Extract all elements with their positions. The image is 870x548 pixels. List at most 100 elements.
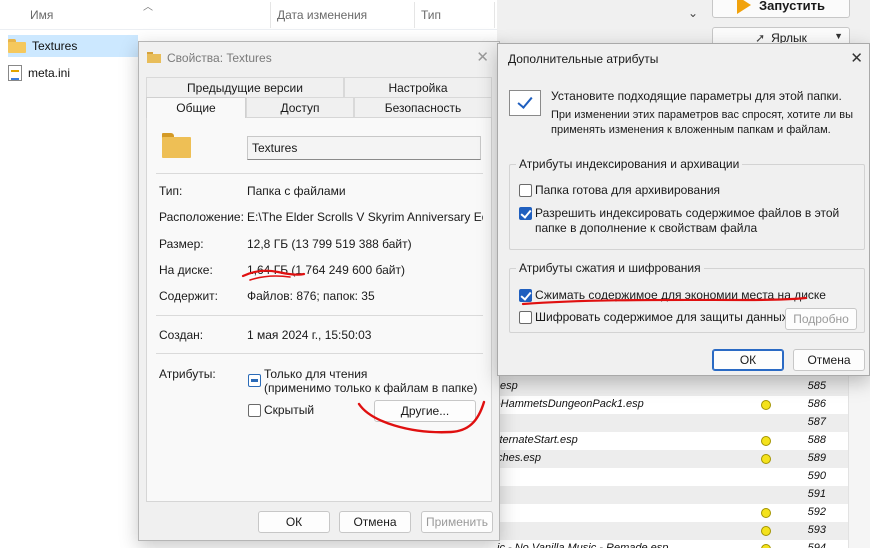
- folder-name-field[interactable]: Textures: [247, 136, 481, 160]
- column-separator[interactable]: [270, 2, 271, 28]
- intro-text: Установите подходящие параметры для этой…: [551, 89, 842, 103]
- column-header-bar: ︿ Имя Дата изменения Тип: [0, 0, 497, 30]
- plugin-row[interactable]: .esp 585: [497, 378, 848, 396]
- size-label: Размер:: [159, 237, 204, 251]
- properties-titlebar[interactable]: Свойства: Textures: [139, 42, 499, 73]
- attributes-label: Атрибуты:: [159, 367, 216, 381]
- plugin-priority: 594: [807, 542, 826, 548]
- column-separator[interactable]: [494, 2, 495, 28]
- plugin-priority: 591: [807, 488, 826, 500]
- plugin-row[interactable]: 590: [497, 468, 848, 486]
- encrypt-label: Шифровать содержимое для защиты данных: [535, 310, 788, 324]
- ok-button[interactable]: ОК: [258, 511, 330, 533]
- folder-icon: [162, 133, 192, 159]
- column-name[interactable]: Имя: [30, 8, 53, 22]
- properties-window: Свойства: Textures ✕ Предыдущие версии Н…: [138, 41, 500, 541]
- type-value: Папка с файлами: [247, 184, 346, 198]
- checkmark-settings-icon: [509, 90, 541, 116]
- file-name: Textures: [32, 39, 78, 53]
- file-row-meta-ini[interactable]: meta.ini: [8, 62, 138, 84]
- tab-customize[interactable]: Настройка: [344, 77, 492, 97]
- readonly-checkbox[interactable]: [248, 374, 261, 387]
- status-dot-icon: [761, 436, 771, 446]
- apply-button[interactable]: Применить: [421, 511, 493, 533]
- plugin-row[interactable]: 591: [497, 486, 848, 504]
- file-row-textures[interactable]: Textures: [8, 35, 138, 57]
- cancel-button[interactable]: Отмена: [339, 511, 411, 533]
- divider: [156, 315, 483, 316]
- tab-previous-versions[interactable]: Предыдущие версии: [146, 77, 344, 97]
- group-label: Атрибуты индексирования и архивации: [516, 157, 743, 171]
- tab-security[interactable]: Безопасность: [354, 97, 492, 117]
- tab-sharing[interactable]: Доступ: [246, 97, 354, 117]
- chevron-down-icon[interactable]: ⌄: [688, 6, 698, 20]
- other-attributes-button[interactable]: Другие...: [374, 400, 476, 422]
- plugin-row[interactable]: lternateStart.esp 588: [497, 432, 848, 450]
- run-button[interactable]: Запустить: [712, 0, 850, 18]
- location-value: E:\The Elder Scrolls V Skyrim Anniversar…: [247, 210, 483, 224]
- plugin-row[interactable]: ches.esp 589: [497, 450, 848, 468]
- plugin-row[interactable]: 592: [497, 504, 848, 522]
- status-dot-icon: [761, 454, 771, 464]
- details-button[interactable]: Подробно: [785, 308, 857, 330]
- plugin-priority: 592: [807, 506, 826, 518]
- status-dot-icon: [761, 526, 771, 536]
- plugin-priority: 588: [807, 434, 826, 446]
- size-on-disk-label: На диске:: [159, 263, 213, 277]
- play-icon: [736, 0, 751, 14]
- hidden-checkbox[interactable]: [248, 404, 261, 417]
- column-date[interactable]: Дата изменения: [277, 8, 367, 22]
- plugin-name: lternateStart.esp: [497, 434, 578, 446]
- plugin-list: .esp 585 -HammetsDungeonPack1.esp 586 587 lte…: [497, 378, 848, 548]
- archive-checkbox[interactable]: [519, 184, 532, 197]
- plugin-row[interactable]: 593: [497, 522, 848, 540]
- file-name: meta.ini: [28, 66, 71, 80]
- plugin-priority: 587: [807, 416, 826, 428]
- tab-general[interactable]: Общие: [146, 97, 246, 118]
- plugin-name: .esp: [497, 380, 518, 392]
- created-label: Создан:: [159, 328, 204, 342]
- advanced-attributes-dialog: Дополнительные атрибуты ✕ Установите под…: [497, 43, 870, 376]
- plugin-row[interactable]: ic - No Vanilla Music - Remade.esp 594: [497, 540, 848, 548]
- plugin-priority: 585: [807, 380, 826, 392]
- contains-label: Содержит:: [159, 289, 218, 303]
- type-label: Тип:: [159, 184, 183, 198]
- plugin-priority: 590: [807, 470, 826, 482]
- cancel-button[interactable]: Отмена: [793, 349, 865, 371]
- divider: [156, 173, 483, 174]
- contains-value: Файлов: 876; папок: 35: [247, 289, 375, 303]
- intro-detail-text: При изменении этих параметров вас спрося…: [551, 109, 853, 136]
- size-on-disk-value: 1,64 ГБ (1 764 249 600 байт): [247, 263, 405, 277]
- readonly-label: Только для чтения: [264, 367, 368, 381]
- index-checkbox[interactable]: [519, 207, 532, 220]
- size-value: 12,8 ГБ (13 799 519 388 байт): [247, 237, 412, 251]
- general-tab-panel: [146, 117, 492, 502]
- created-value: 1 мая 2024 г., 15:50:03: [247, 328, 372, 342]
- column-type[interactable]: Тип: [421, 8, 441, 22]
- ini-file-icon: [8, 65, 22, 81]
- advanced-attributes-title: Дополнительные атрибуты: [508, 52, 659, 66]
- index-label: Разрешить индексировать содержимое файло…: [535, 206, 840, 235]
- ok-button[interactable]: ОК: [712, 349, 784, 371]
- hidden-label: Скрытый: [264, 403, 315, 417]
- status-dot-icon: [761, 400, 771, 410]
- plugin-row[interactable]: 587: [497, 414, 848, 432]
- group-label: Атрибуты сжатия и шифрования: [516, 261, 704, 275]
- status-dot-icon: [761, 544, 771, 548]
- compress-checkbox[interactable]: [519, 289, 532, 302]
- plugin-priority: 589: [807, 452, 826, 464]
- properties-title: Свойства: Textures: [167, 50, 272, 65]
- run-label: Запустить: [758, 0, 826, 13]
- close-icon[interactable]: ✕: [476, 48, 489, 66]
- encrypt-checkbox[interactable]: [519, 311, 532, 324]
- close-icon[interactable]: ✕: [850, 49, 863, 67]
- readonly-note: (применимо только к файлам в папке): [264, 381, 478, 395]
- column-separator[interactable]: [414, 2, 415, 28]
- divider: [156, 353, 483, 354]
- plugin-priority: 593: [807, 524, 826, 536]
- archive-label: Папка готова для архивирования: [535, 183, 721, 197]
- plugin-row[interactable]: -HammetsDungeonPack1.esp 586: [497, 396, 848, 414]
- plugin-priority: 586: [807, 398, 826, 410]
- plugin-name: -HammetsDungeonPack1.esp: [497, 398, 644, 410]
- location-label: Расположение:: [159, 210, 244, 224]
